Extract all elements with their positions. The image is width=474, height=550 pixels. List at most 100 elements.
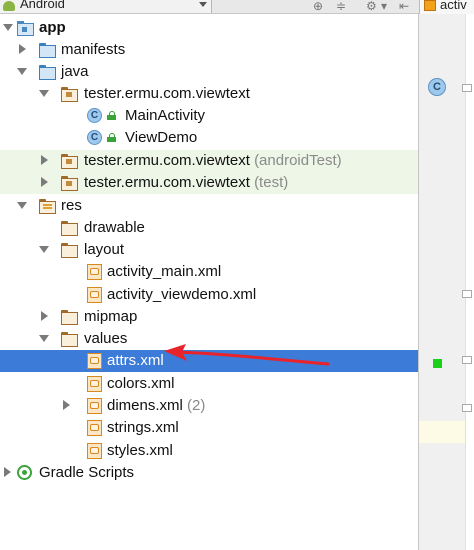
tree-node-styles-xml[interactable]: styles.xml [0,440,418,462]
tree-node-label: colors.xml [107,375,175,392]
xml-file-icon [87,353,102,369]
fold-marker-icon[interactable] [462,356,472,364]
tree-node-label: strings.xml [107,419,179,436]
tree-node-colors-xml[interactable]: colors.xml [0,373,418,395]
tree-node-app[interactable]: app [0,17,418,39]
tree-node-label: dimens.xml (2) [107,397,205,414]
editor-tab-label: activ [440,0,467,12]
expand-arrow-icon[interactable] [39,335,49,342]
tree-node-package[interactable]: tester.ermu.com.viewtext [0,83,418,105]
tree-node-gradle-scripts[interactable]: Gradle Scripts [0,462,418,484]
xml-file-icon [87,287,102,303]
xml-file-icon [87,443,102,459]
tree-node-label: res [61,197,82,214]
tree-node-label: activity_viewdemo.xml [107,286,257,303]
tree-node-res[interactable]: res [0,195,418,217]
toolbar: Android ⊕ ≑ ⚙ ▾ ⇤ activ [0,0,474,14]
package-icon [61,175,78,191]
fold-marker-icon[interactable] [462,84,472,92]
folder-icon [61,242,78,258]
android-icon [3,1,15,11]
expand-arrow-icon[interactable] [17,202,27,209]
editor-area[interactable] [465,14,474,550]
tree-node-activity-viewdemo-xml[interactable]: activity_viewdemo.xml [0,284,418,306]
tree-node-label: ViewDemo [125,129,198,146]
package-name: tester.ermu.com.viewtext [84,152,250,169]
editor-tab[interactable]: activ [419,0,474,14]
tree-node-label: layout [84,241,125,258]
collapse-arrow-icon[interactable] [63,400,70,410]
folder-icon [61,220,78,236]
package-name: tester.ermu.com.viewtext [84,174,250,191]
tree-node-label: MainActivity [125,107,206,124]
tree-node-label: styles.xml [107,442,173,459]
collapse-all-icon[interactable]: ≑ [336,0,346,12]
hide-panel-icon[interactable]: ⇤ [399,0,409,12]
tree-node-label: activity_main.xml [107,263,222,280]
tree-node-manifests[interactable]: manifests [0,39,418,61]
collapse-arrow-icon[interactable] [4,467,11,477]
package-icon [61,86,78,102]
source-folder-icon [39,64,56,80]
expand-arrow-icon[interactable] [3,24,13,31]
project-tree[interactable]: app manifests java tester.ermu.com.viewt… [0,14,418,550]
gear-icon[interactable]: ⚙ [366,0,377,12]
tree-node-mainactivity[interactable]: C MainActivity [0,105,418,127]
gradle-icon [17,465,32,480]
tree-node-label: Gradle Scripts [39,464,135,481]
expand-arrow-icon[interactable] [39,90,49,97]
gear-menu-icon[interactable]: ▾ [381,0,387,12]
tree-node-drawable[interactable]: drawable [0,217,418,239]
tree-node-label: tester.ermu.com.viewtext [84,85,250,102]
tree-node-dimens-xml[interactable]: dimens.xml (2) [0,395,418,417]
expand-arrow-icon[interactable] [39,246,49,253]
module-folder-icon [17,20,34,36]
tree-node-viewdemo[interactable]: C ViewDemo [0,127,418,149]
lock-icon [107,111,116,120]
expand-arrow-icon[interactable] [17,68,27,75]
tree-node-label: tester.ermu.com.viewtext (test) [84,174,288,191]
resource-folder-icon [39,198,56,214]
tree-node-mipmap[interactable]: mipmap [0,306,418,328]
package-icon [61,153,78,169]
fold-marker-icon[interactable] [462,404,472,412]
folder-icon [61,309,78,325]
collapse-arrow-icon[interactable] [41,311,48,321]
xml-file-icon [424,0,436,11]
collapse-arrow-icon[interactable] [41,155,48,165]
class-icon: C [87,130,102,145]
tree-node-package-test[interactable]: tester.ermu.com.viewtext (test) [0,172,418,194]
fold-marker-icon[interactable] [462,290,472,298]
tree-node-label: drawable [84,219,145,236]
tree-node-activity-main-xml[interactable]: activity_main.xml [0,261,418,283]
xml-file-icon [87,264,102,280]
lock-icon [107,133,116,142]
collapse-arrow-icon[interactable] [41,177,48,187]
source-set-suffix: (androidTest) [254,152,342,169]
tree-node-label: app [39,19,66,36]
chevron-down-icon [199,2,207,7]
tree-node-label: tester.ermu.com.viewtext (androidTest) [84,152,342,169]
xml-file-icon [87,398,102,414]
file-count-suffix: (2) [187,397,206,414]
xml-file-icon [87,376,102,392]
collapse-arrow-icon[interactable] [19,44,26,54]
xml-file-icon [87,420,102,436]
editor-gutter: C [419,14,465,550]
class-icon[interactable]: C [428,78,446,96]
tree-node-java[interactable]: java [0,61,418,83]
tree-node-label: manifests [61,41,126,58]
project-view-selector[interactable]: Android [0,0,212,13]
file-name: dimens.xml [107,397,183,414]
tree-node-strings-xml[interactable]: strings.xml [0,417,418,439]
tree-node-label: attrs.xml [107,352,164,369]
color-preview-icon[interactable] [433,359,442,368]
class-icon: C [87,108,102,123]
folder-icon [61,331,78,347]
source-set-suffix: (test) [254,174,289,191]
folder-icon [39,42,56,58]
project-view-label: Android [20,0,65,11]
target-icon[interactable]: ⊕ [313,0,323,12]
tree-node-layout[interactable]: layout [0,239,418,261]
tree-node-package-androidtest[interactable]: tester.ermu.com.viewtext (androidTest) [0,150,418,172]
